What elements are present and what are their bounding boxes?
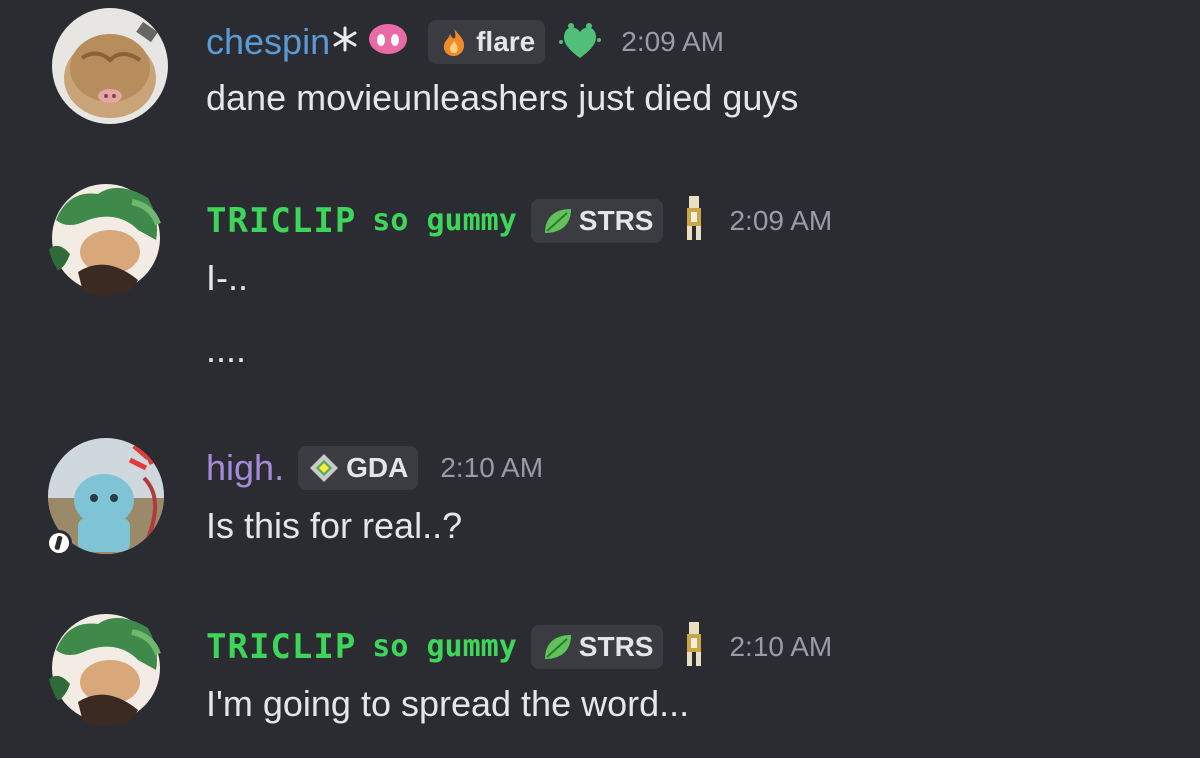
message-header: chespin flare 2:09 AM: [206, 18, 724, 65]
diamond-cross-icon: [310, 454, 339, 482]
flame-icon: [443, 28, 465, 56]
tag-label: GDA: [346, 452, 409, 483]
username-high[interactable]: high.: [206, 446, 284, 490]
leaf-icon: [544, 208, 571, 233]
timestamp: 2:10 AM: [729, 630, 833, 662]
snowflake-icon: [332, 26, 358, 57]
message-text: Is this for real..?: [206, 505, 463, 546]
message-text-line-1: I-..: [206, 257, 248, 298]
message-header: high. GDA 2:10 AM: [206, 446, 543, 490]
tag-label: flare: [476, 25, 536, 57]
avatar-chespin[interactable]: [52, 8, 168, 124]
username-triclip[interactable]: TRICLIP: [206, 625, 356, 669]
leaf-icon: [544, 634, 571, 659]
username-chespin[interactable]: chespin: [206, 20, 330, 64]
triclip-avatar-art: [48, 180, 164, 296]
message-text-line-2: ....: [206, 329, 247, 370]
avatar-triclip[interactable]: [48, 180, 164, 296]
chespin-avatar-art: [52, 8, 168, 124]
username-suffix: so gummy: [372, 203, 517, 238]
message-triclip: TRICLIP so gummy STRS 2:09 AM I-.. ....: [0, 160, 1200, 430]
pixel-character-icon: [683, 196, 705, 245]
message-chespin: chespin flare 2:09 AM dane movieunleashe…: [0, 0, 1200, 160]
message-header: TRICLIP so gummy STRS 2:10 AM: [206, 622, 832, 671]
timestamp: 2:10 AM: [440, 452, 544, 483]
avatar-triclip[interactable]: [48, 610, 164, 726]
message-text: I'm going to spread the word...: [206, 683, 690, 724]
username-triclip[interactable]: TRICLIP: [206, 199, 356, 243]
tag-label: STRS: [578, 204, 654, 236]
timestamp: 2:09 AM: [729, 204, 833, 236]
message-header: TRICLIP so gummy STRS 2:09 AM: [206, 196, 832, 245]
message-triclip-2: TRICLIP so gummy STRS 2:10 AM I'm going …: [0, 590, 1200, 758]
server-tag-flare[interactable]: flare: [428, 19, 546, 64]
message-text: dane movieunleashers just died guys: [206, 77, 799, 118]
server-tag-strs[interactable]: STRS: [530, 198, 664, 243]
pixel-character-icon: [683, 622, 705, 671]
green-sparkle-heart-icon: [557, 18, 603, 65]
status-indicator-icon: [44, 528, 74, 563]
server-tag-gda[interactable]: GDA: [298, 446, 419, 490]
username-suffix: so gummy: [372, 629, 517, 664]
server-tag-strs[interactable]: STRS: [530, 624, 664, 669]
tag-label: STRS: [578, 630, 654, 662]
message-high: high. GDA 2:10 AM Is this for real..?: [0, 430, 1200, 590]
pig-nose-icon: [368, 22, 408, 61]
timestamp: 2:09 AM: [621, 25, 724, 57]
triclip-avatar-art: [48, 610, 164, 726]
